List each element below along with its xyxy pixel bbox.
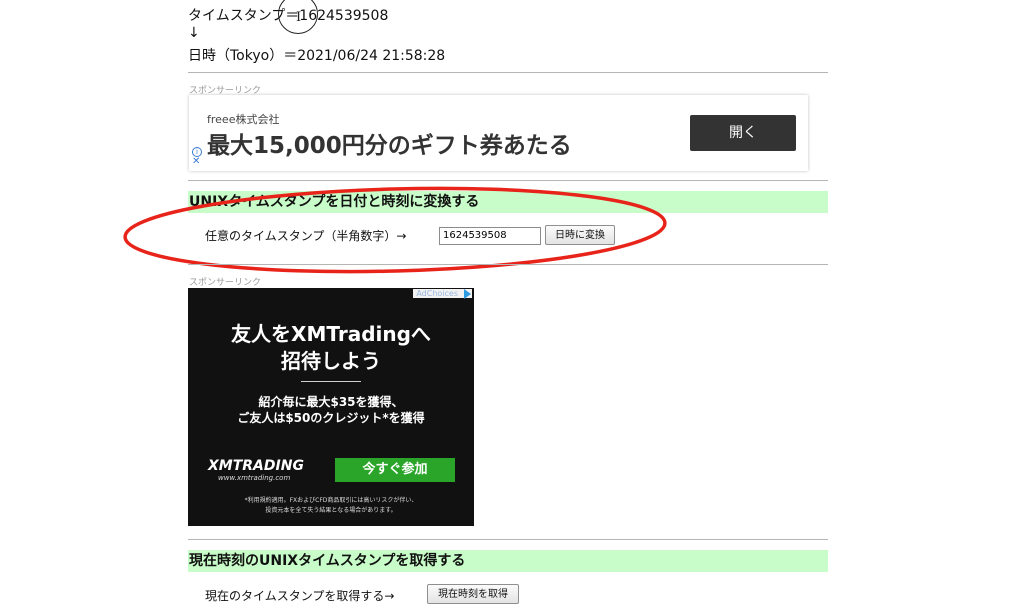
divider: [188, 264, 828, 265]
xm-divider: [301, 381, 361, 382]
xm-disclaimer-1: *利用規約適用。FXおよびCFD商品取引には高いリスクが伴い、: [244, 497, 418, 504]
now-section-heading: 現在時刻のUNIXタイムスタンプを取得する: [188, 550, 828, 572]
get-current-time-button[interactable]: 現在時刻を取得: [427, 584, 519, 604]
adchoices-icon[interactable]: [464, 289, 471, 299]
now-label: 現在のタイムスタンプを取得する→: [205, 589, 395, 603]
xm-body-2: ご友人は$50のクレジット*を獲得: [237, 411, 425, 425]
sponsor-label: スポンサーリンク: [189, 278, 262, 288]
xm-disclaimer-2: 投資元本を全て失う結果となる場合があります。: [265, 507, 397, 514]
xm-headline-1: 友人をXMTradingへ: [231, 322, 431, 346]
xm-body-1: 紹介毎に最大$35を獲得、: [258, 395, 404, 409]
ad-banner-xmtrading[interactable]: AdChoices 友人をXMTradingへ 招待しよう 紹介毎に最大$35を…: [188, 288, 474, 526]
divider: [188, 539, 828, 540]
xm-cta-button[interactable]: 今すぐ参加: [335, 458, 455, 482]
xm-url: www.xmtrading.com: [218, 474, 291, 482]
xm-logo: XMTRADING: [208, 458, 304, 474]
xm-headline-2: 招待しよう: [281, 349, 381, 373]
red-ellipse-annotation: [123, 186, 667, 274]
